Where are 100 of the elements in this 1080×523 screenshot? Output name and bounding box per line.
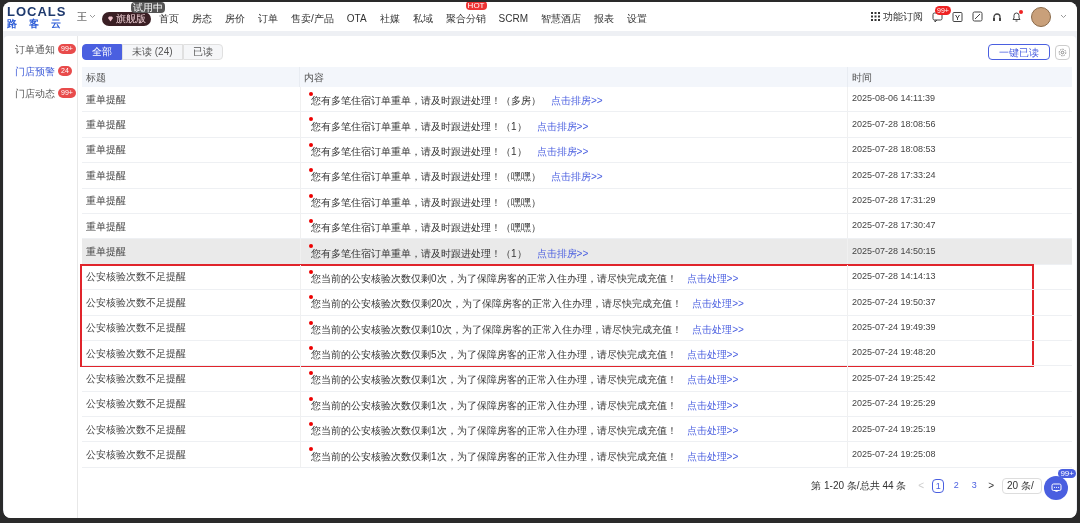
column-header: 时间 [852,70,872,85]
table-cell-text: 公安核验次数不足提醒 [86,448,186,463]
table-cell-text: 您当前的公安核验次数仅剩1次，为了保障房客的正常入住办理，请尽快完成充值！ [311,398,677,413]
table-row[interactable]: 重单提醒 您有多笔住宿订单重单，请及时跟进处理！（嘿嘿） 2025-07-28 17:30:47 [82,213,1072,240]
grid-icon [871,12,880,21]
table-cell-text: 重单提醒 [86,168,126,183]
table-row[interactable]: 公安核验次数不足提醒 您当前的公安核验次数仅剩20次，为了保障房客的正常入住办理，请尽快完成充值！ 点击处理>> 2025-07-24 19:50:37 [82,290,1072,316]
table-cell-text: 公安核验次数不足提醒 [86,295,186,310]
table-row[interactable]: 公安核验次数不足提醒 您当前的公安核验次数仅剩1次，为了保障房客的正常入住办理，请尽快完成充值！ 点击处理>> 2025-07-24 19:25:08 [82,442,1072,468]
table-cell: 2025-08-06 14:11:39 [852,92,935,106]
table-cell-text: 公安核验次数不足提醒 [86,422,186,437]
table-cell-text: 您有多笔住宿订单重单，请及时跟进处理！（嘿嘿） [311,221,541,236]
subscribe-button[interactable]: 功能订阅 [871,9,923,24]
action-link[interactable]: 点击处理>> [686,423,739,439]
table-cell: 2025-07-28 14:14:13 [852,270,936,284]
edit-icon[interactable] [972,11,983,22]
nav-link[interactable]: 房价 [225,12,245,24]
nav-link[interactable]: 聚合分销 [445,12,486,24]
table-cell-text: 您有多笔住宿订单重单，请及时跟进处理！（多房） [311,94,541,109]
table-row[interactable]: 重单提醒 您有多笔住宿订单重单，请及时跟进处理！（1） 点击排房>> 2025-07-28 18:08:56 [82,112,1072,138]
table-cell: 2025-07-28 17:30:47 [852,219,936,233]
bell-icon[interactable] [1011,11,1022,22]
nav-link[interactable]: OTA [346,12,367,24]
table-cell: 2025-07-28 18:08:53 [852,143,936,157]
column-header: 内容 [304,70,324,85]
nav-link[interactable]: 智慧酒店 [541,12,582,24]
table-cell: 2025-07-24 19:25:29 [852,397,936,411]
filter-tab[interactable]: 未读 (24) [122,44,183,60]
action-link[interactable]: 点击处理>> [692,321,744,337]
logo-text: LOCALS [7,4,67,18]
table-cell-text: 公安核验次数不足提醒 [86,321,186,336]
table-row[interactable]: 公安核验次数不足提醒 您当前的公安核验次数仅剩0次，为了保障房客的正常入住办理，请尽快完成充值！ 点击处理>> 2025-07-28 14:14:13 [82,264,1072,291]
nav-link[interactable]: 订单 [258,12,278,24]
action-link[interactable]: 点击处理>> [692,296,744,312]
table-cell-text: 您当前的公安核验次数仅剩1次，为了保障房客的正常入住办理，请尽快完成充值！ [311,373,677,388]
chevron-down-icon[interactable] [1060,14,1067,19]
table-row[interactable]: 重单提醒 您有多笔住宿订单重单，请及时跟进处理！（多房） 点击排房>> 2025-08-06 14:11:39 [82,87,1072,113]
table-cell: 2025-07-24 19:48:20 [852,346,936,360]
table-cell-text: 您当前的公安核验次数仅剩0次，为了保障房客的正常入住办理，请尽快完成充值！ [311,271,677,286]
table-cell-text: 2025-07-28 14:50:15 [852,244,936,258]
table-row[interactable]: 公安核验次数不足提醒 您当前的公安核验次数仅剩5次，为了保障房客的正常入住办理，请尽快完成充值！ 点击处理>> 2025-07-24 19:48:20 [82,340,1072,367]
table-row[interactable]: 公安核验次数不足提醒 您当前的公安核验次数仅剩1次，为了保障房客的正常入住办理，请尽快完成充值！ 点击处理>> 2025-07-24 19:25:19 [82,417,1072,443]
table-cell: 2025-07-24 19:25:19 [852,422,936,436]
page-button[interactable]: 2 [950,478,963,493]
settings-icon [1058,47,1067,57]
chevron-down-icon[interactable] [89,14,96,19]
table-row[interactable]: 重单提醒 您有多笔住宿订单重单，请及时跟进处理！（嘿嘿） 点击排房>> 2025-07-28 17:33:24 [82,163,1072,189]
table-row[interactable]: 公安核验次数不足提醒 您当前的公安核验次数仅剩10次，为了保障房客的正常入住办理，请尽快完成充值！ 点击处理>> 2025-07-24 19:49:39 [82,315,1072,341]
page-size-select[interactable]: 20 条/ [1002,477,1042,494]
next-page-button[interactable]: > [986,478,996,494]
page-button[interactable]: 1 [932,478,945,493]
action-link[interactable]: 点击处理>> [686,448,739,464]
avatar[interactable] [1031,6,1051,27]
table-cell-text: 您有多笔住宿订单重单，请及时跟进处理！（嘿嘿） [311,170,541,185]
action-link[interactable]: 点击处理>> [686,347,739,363]
filter-tab[interactable]: 已读 [182,44,223,60]
table-cell-text: 您当前的公安核验次数仅剩10次，为了保障房客的正常入住办理，请尽快完成充值！ [311,322,683,337]
plan-badge[interactable]: 旗舰版 [102,11,151,26]
table-row[interactable]: 重单提醒 您有多笔住宿订单重单，请及时跟进处理！（1） 点击排房>> 2025-07-28 18:08:53 [82,137,1072,164]
table-row[interactable]: 公安核验次数不足提醒 您当前的公安核验次数仅剩1次，为了保障房客的正常入住办理，请尽快完成充值！ 点击处理>> 2025-07-24 19:25:29 [82,391,1072,418]
action-link[interactable]: 点击排房>> [551,169,603,185]
action-link[interactable]: 点击排房>> [536,118,589,134]
nav-link[interactable]: 首页 [159,12,179,24]
action-link[interactable]: 点击处理>> [686,270,739,286]
logo-subtitle: 路客云 [7,18,73,29]
nav-link[interactable]: 设置 [627,12,648,24]
table-cell-text: 2025-07-28 17:33:24 [852,168,936,182]
nav-link[interactable]: SCRM [498,12,529,24]
action-link[interactable]: 点击处理>> [686,372,739,388]
nav-link[interactable]: 售卖/产品 [291,12,334,24]
user-name[interactable]: 王 [77,9,87,24]
checklist-icon[interactable] [952,11,963,22]
table-cell-text: 您有多笔住宿订单重单，请及时跟进处理！（嘿嘿） [311,195,541,210]
nav-link[interactable]: 社媒 [379,12,400,24]
table-cell-text: 公安核验次数不足提醒 [86,270,186,285]
action-link[interactable]: 点击处理>> [686,397,739,413]
hot-badge: HOT [465,2,487,10]
page-button[interactable]: 3 [968,478,981,493]
headset-icon[interactable] [992,11,1002,22]
table-cell-text: 公安核验次数不足提醒 [86,346,186,361]
action-link[interactable]: 点击排房>> [536,143,589,159]
action-link[interactable]: 点击排房>> [551,93,603,109]
chat-icon [1050,483,1062,493]
table-cell-text: 重单提醒 [86,194,126,209]
table-cell-text: 您当前的公安核验次数仅剩20次，为了保障房客的正常入住办理，请尽快完成充值！ [311,297,683,312]
table-row[interactable]: 重单提醒 您有多笔住宿订单重单，请及时跟进处理！（嘿嘿） 2025-07-28 17:31:29 [82,188,1072,214]
table-cell-text: 您有多笔住宿订单重单，请及时跟进处理！（1） [311,246,527,261]
nav-link[interactable]: 报表 [594,12,615,24]
table-row[interactable]: 重单提醒 您有多笔住宿订单重单，请及时跟进处理！（1） 点击排房>> 2025-07-28 14:50:15 [82,239,1072,265]
mark-all-read-button[interactable]: 一键已读 [988,44,1050,60]
nav-link[interactable]: 私域 [412,12,433,24]
table-cell-text: 您当前的公安核验次数仅剩1次，为了保障房客的正常入住办理，请尽快完成充值！ [311,449,677,464]
table-cell-text: 您有多笔住宿订单重单，请及时跟进处理！（1） [311,144,527,159]
action-link[interactable]: 点击排房>> [536,245,589,261]
table-cell-text: 重单提醒 [86,245,126,260]
pagination-summary: 第 1-20 条/总共 44 条 [811,479,907,494]
filter-tab[interactable]: 全部 [82,44,122,60]
table-row[interactable]: 公安核验次数不足提醒 您当前的公安核验次数仅剩1次，为了保障房客的正常入住办理，请尽快完成充值！ 点击处理>> 2025-07-24 19:25:42 [82,366,1072,392]
table-cell-text: 您有多笔住宿订单重单，请及时跟进处理！（1） [311,119,527,134]
nav-link[interactable]: 房态 [192,12,212,24]
